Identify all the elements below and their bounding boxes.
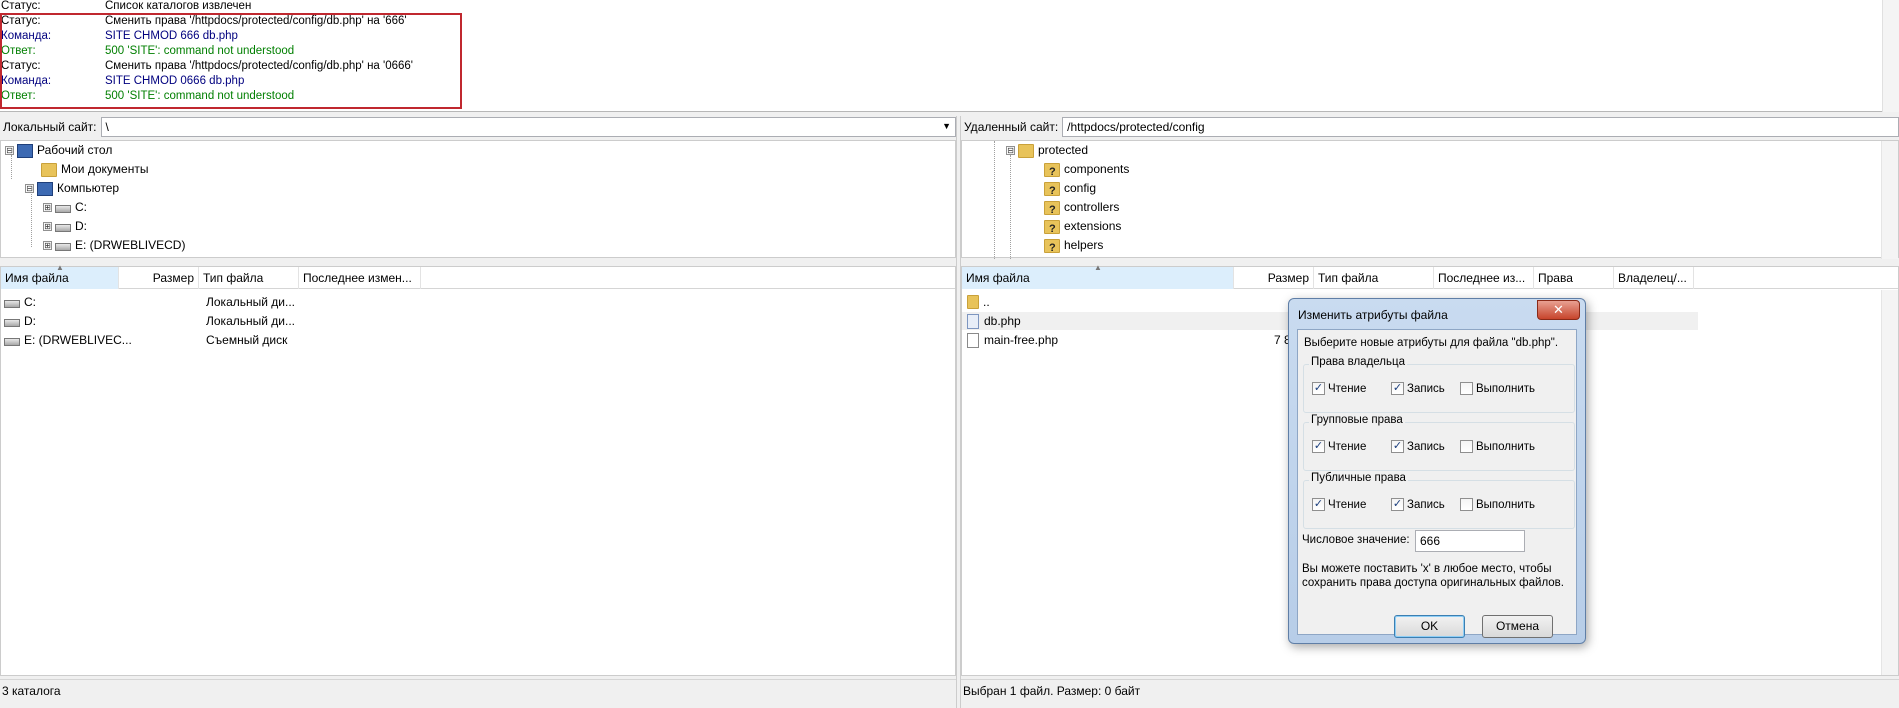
list-item[interactable]: D: Локальный ди... xyxy=(1,312,955,330)
change-attributes-dialog: Изменить атрибуты файла ✕ Выберите новые… xyxy=(1288,298,1586,644)
expand-icon[interactable]: ⊞ xyxy=(43,203,52,212)
owner-permissions-group: Права владельца ✓ Чтение ✓ Запись Выполн… xyxy=(1303,356,1575,413)
local-site-bar: Локальный сайт: \ ▼ xyxy=(0,116,956,138)
drive-icon xyxy=(4,318,20,327)
cd-drive-icon xyxy=(55,243,71,251)
public-write-checkbox[interactable]: ✓ Запись xyxy=(1391,498,1445,511)
hint-text-line1: Вы можете поставить 'x' в любое место, ч… xyxy=(1302,563,1552,575)
expand-icon[interactable]: ⊞ xyxy=(43,222,52,231)
sort-ascending-icon: ▲ xyxy=(56,263,64,272)
tree-item-documents[interactable]: Мои документы xyxy=(41,160,148,179)
unknown-folder-icon xyxy=(1044,219,1060,239)
list-item[interactable]: C: Локальный ди... xyxy=(1,293,955,311)
tree-item-helpers[interactable]: helpers xyxy=(1044,236,1103,258)
drive-icon xyxy=(4,299,20,308)
unknown-folder-icon xyxy=(1044,238,1060,258)
check-icon[interactable]: ✓ xyxy=(1391,498,1404,511)
dialog-title: Изменить атрибуты файла xyxy=(1298,308,1448,322)
local-list-header: Имя файла ▲ Размер Тип файла Последнее и… xyxy=(1,263,955,289)
highlight-annotation xyxy=(0,13,462,109)
remote-list-header: Имя файла ▲ Размер Тип файла Последнее и… xyxy=(962,263,1898,289)
owner-read-checkbox[interactable]: ✓ Чтение xyxy=(1312,382,1366,395)
sort-ascending-icon: ▲ xyxy=(1094,263,1102,272)
numeric-value-label: Числовое значение: xyxy=(1302,534,1410,546)
unknown-folder-icon xyxy=(1044,181,1060,201)
local-tree: ⊟ Рабочий стол Мои документы ⊟ Компьютер… xyxy=(0,140,956,258)
column-header-modified[interactable]: Последнее измен... xyxy=(299,267,421,289)
column-header-owner[interactable]: Владелец/... xyxy=(1614,267,1694,289)
local-file-list: Имя файла ▲ Размер Тип файла Последнее и… xyxy=(0,263,956,676)
cd-drive-icon xyxy=(4,337,20,346)
column-header-size[interactable]: Размер xyxy=(1234,267,1314,289)
collapse-icon[interactable]: ⊟ xyxy=(25,184,34,193)
tree-item-components[interactable]: components xyxy=(1044,160,1129,182)
log-scrollbar[interactable] xyxy=(1882,0,1899,112)
tree-item-protected[interactable]: ⊟ protected xyxy=(1006,141,1088,160)
check-icon[interactable]: ✓ xyxy=(1312,440,1325,453)
group-read-checkbox[interactable]: ✓ Чтение xyxy=(1312,440,1366,453)
owner-write-checkbox[interactable]: ✓ Запись xyxy=(1391,382,1445,395)
column-header-modified[interactable]: Последнее из... xyxy=(1434,267,1534,289)
file-icon xyxy=(967,332,979,348)
tree-item-drive-c[interactable]: ⊞ C: xyxy=(43,198,87,217)
tree-item-computer[interactable]: ⊟ Компьютер xyxy=(25,179,119,198)
remote-tree: ⊟ protected components config controller… xyxy=(961,140,1899,259)
check-icon[interactable]: ✓ xyxy=(1312,498,1325,511)
close-icon[interactable]: ✕ xyxy=(1537,300,1580,320)
tree-item-drive-d[interactable]: ⊞ D: xyxy=(43,217,87,236)
cancel-button[interactable]: Отмена xyxy=(1482,615,1553,638)
group-write-checkbox[interactable]: ✓ Запись xyxy=(1391,440,1445,453)
computer-icon xyxy=(37,181,53,196)
tree-item-desktop[interactable]: ⊟ Рабочий стол xyxy=(5,141,112,160)
list-item[interactable]: E: (DRWEBLIVEC... Съемный диск xyxy=(1,331,955,349)
numeric-value-input[interactable]: 666 xyxy=(1415,530,1525,552)
remote-site-path: /httpdocs/protected/config xyxy=(1067,120,1205,134)
folder-icon xyxy=(1018,143,1034,158)
desktop-icon xyxy=(17,143,33,158)
drive-icon xyxy=(55,205,71,213)
check-icon[interactable]: ✓ xyxy=(1391,382,1404,395)
public-read-checkbox[interactable]: ✓ Чтение xyxy=(1312,498,1366,511)
remote-list-scrollbar[interactable] xyxy=(1881,290,1898,675)
collapse-icon[interactable]: ⊟ xyxy=(5,146,14,155)
local-site-label: Локальный сайт: xyxy=(3,120,97,134)
column-header-size[interactable]: Размер xyxy=(119,267,199,289)
remote-site-bar: Удаленный сайт: /httpdocs/protected/conf… xyxy=(961,116,1899,138)
public-exec-checkbox[interactable]: Выполнить xyxy=(1460,498,1535,511)
check-icon[interactable]: ✓ xyxy=(1312,382,1325,395)
column-header-type[interactable]: Тип файла xyxy=(199,267,299,289)
remote-site-path-input[interactable]: /httpdocs/protected/config xyxy=(1062,117,1899,137)
owner-exec-checkbox[interactable]: Выполнить xyxy=(1460,382,1535,395)
remote-site-label: Удаленный сайт: xyxy=(964,120,1059,134)
check-icon[interactable]: ✓ xyxy=(1391,440,1404,453)
folder-icon xyxy=(967,295,979,309)
column-header-type[interactable]: Тип файла xyxy=(1314,267,1434,289)
folder-icon xyxy=(41,162,57,177)
local-site-path: \ xyxy=(105,120,109,134)
local-site-path-combo[interactable]: \ ▼ xyxy=(100,117,956,137)
unknown-folder-icon xyxy=(1044,200,1060,220)
collapse-icon[interactable]: ⊟ xyxy=(1006,146,1015,155)
hint-text-line2: сохранить права доступа оригинальных фай… xyxy=(1302,577,1564,589)
tree-item-config[interactable]: config xyxy=(1044,179,1096,201)
tree-item-drive-e[interactable]: ⊞ E: (DRWEBLIVECD) xyxy=(43,236,185,255)
message-log: Статус: Список каталогов извлечен Статус… xyxy=(0,0,1899,112)
drive-icon xyxy=(55,224,71,232)
dialog-body: Выберите новые атрибуты для файла "db.ph… xyxy=(1297,329,1577,638)
column-header-permissions[interactable]: Права xyxy=(1534,267,1614,289)
public-permissions-group: Публичные права ✓ Чтение ✓ Запись Выполн… xyxy=(1303,472,1575,529)
remote-tree-scrollbar[interactable] xyxy=(1881,141,1898,259)
remote-status-bar: Выбран 1 файл. Размер: 0 байт xyxy=(961,679,1899,701)
tree-item-extensions[interactable]: extensions xyxy=(1044,217,1121,239)
group-permissions-group: Групповые права ✓ Чтение ✓ Запись Выполн… xyxy=(1303,414,1575,471)
expand-icon[interactable]: ⊞ xyxy=(43,241,52,250)
php-file-icon xyxy=(967,313,979,329)
tree-item-controllers[interactable]: controllers xyxy=(1044,198,1119,220)
group-exec-checkbox[interactable]: Выполнить xyxy=(1460,440,1535,453)
unknown-folder-icon xyxy=(1044,162,1060,182)
local-status-bar: 3 каталога xyxy=(0,679,956,701)
ok-button[interactable]: OK xyxy=(1394,615,1465,638)
dialog-prompt: Выберите новые атрибуты для файла "db.ph… xyxy=(1304,337,1559,349)
chevron-down-icon[interactable]: ▼ xyxy=(942,121,951,131)
